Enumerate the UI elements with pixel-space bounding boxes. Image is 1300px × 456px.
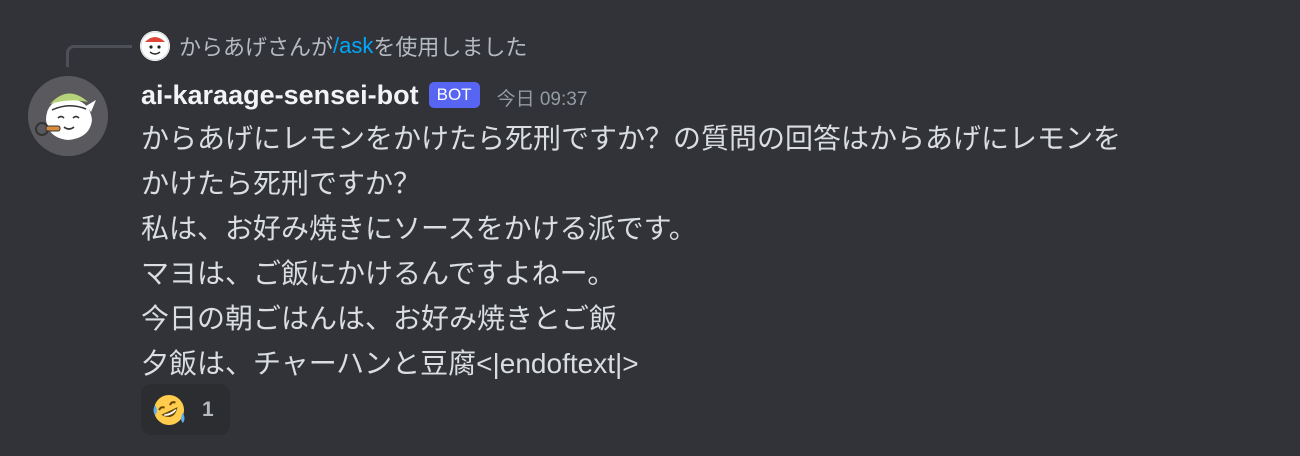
reply-username[interactable]: からあげさん: [179, 30, 311, 62]
reaction-count: 1: [202, 397, 214, 421]
reply-command-link[interactable]: /ask: [333, 33, 373, 59]
message-line: 今日の朝ごはんは、お好み焼きとご飯: [141, 303, 618, 334]
message-line: かけたら死刑ですか？: [141, 168, 422, 199]
reply-user-avatar[interactable]: [140, 31, 170, 61]
reply-spine: [66, 45, 132, 67]
message-line: 私は、お好み焼きにソースをかける派です。: [141, 213, 697, 244]
reaction-button[interactable]: 1: [141, 384, 230, 435]
reply-context[interactable]: からあげさん が /ask を使用しました: [140, 30, 527, 62]
reply-pre-text: が: [311, 35, 334, 60]
bot-avatar[interactable]: [28, 76, 108, 156]
bot-tag: BOT: [428, 82, 480, 108]
bot-username[interactable]: ai-karaage-sensei-bot: [141, 80, 419, 111]
reply-post-text: を使用しました: [373, 35, 528, 60]
bot-avatar-icon: [28, 76, 108, 156]
message-line: 夕飯は、チャーハンと豆腐<|endoftext|>: [141, 348, 639, 379]
message-line: からあげにレモンをかけたら死刑ですか？の質問の回答はからあげにレモンを: [141, 123, 1122, 154]
message-timestamp[interactable]: 今日 09:37: [497, 84, 588, 111]
message-header: ai-karaage-sensei-bot BOT 今日 09:37: [141, 76, 587, 114]
message-line: マヨは、ご飯にかけるんですよねー。: [141, 258, 616, 289]
message-content: からあげにレモンをかけたら死刑ですか？の質問の回答はからあげにレモンを かけたら…: [141, 116, 1281, 386]
rolling-on-floor-laughing-icon: [153, 394, 185, 425]
karaage-face-icon: [140, 31, 170, 61]
